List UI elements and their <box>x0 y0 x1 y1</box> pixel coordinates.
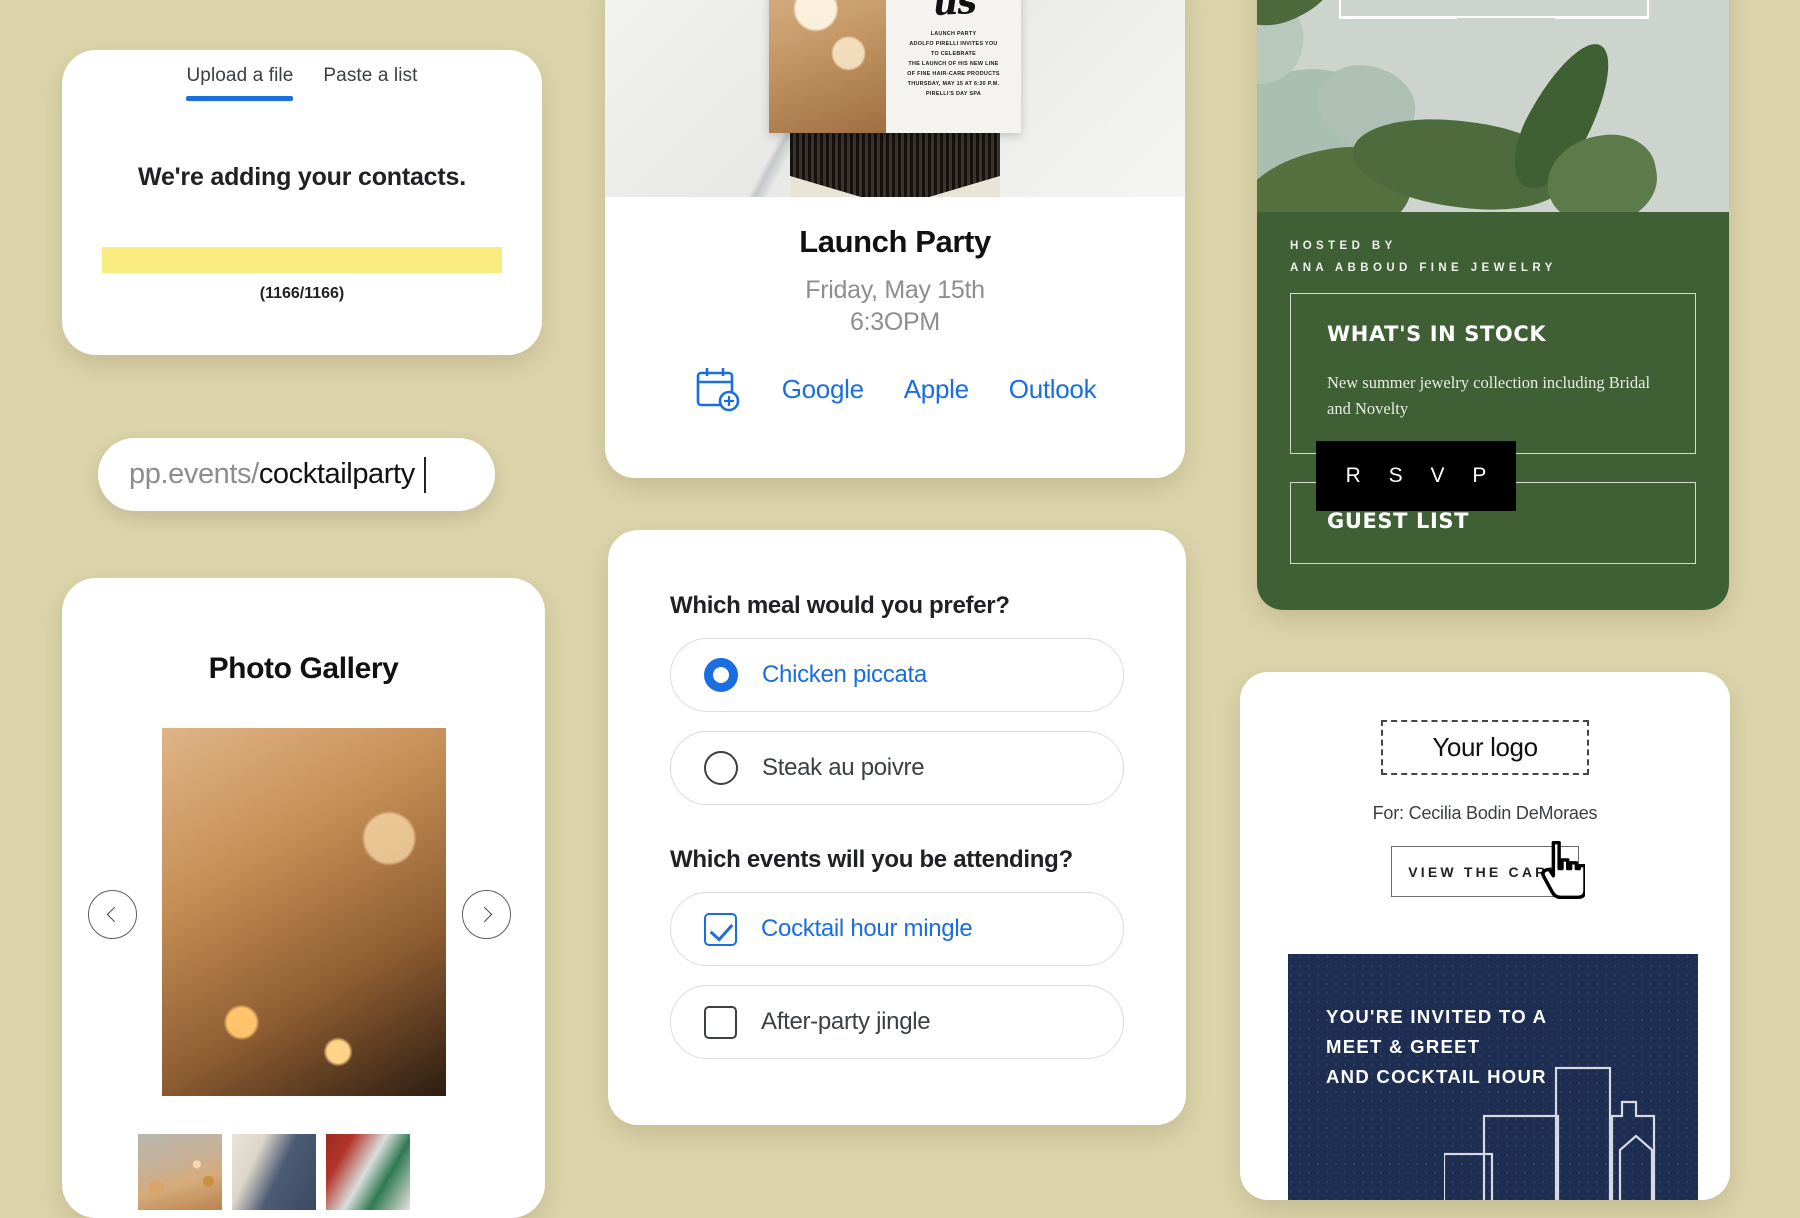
event-url-input[interactable]: pp.events/cocktailparty <box>98 438 495 511</box>
checkbox-unchecked-icon <box>704 1005 737 1039</box>
tab-upload-a-file[interactable]: Upload a file <box>186 65 294 101</box>
calendar-link-apple[interactable]: Apple <box>904 374 969 405</box>
calendar-link-outlook[interactable]: Outlook <box>1009 374 1097 405</box>
event-option-label: Cocktail hour mingle <box>761 915 973 942</box>
invitation-body-line: LAUNCH PARTY <box>930 31 977 38</box>
event-option-cocktail-hour-mingle[interactable]: Cocktail hour mingle <box>670 892 1124 966</box>
add-to-calendar-row: Google Apple Outlook <box>605 365 1185 413</box>
event-option-after-party-jingle[interactable]: After-party jingle <box>670 985 1124 1059</box>
checkbox-checked-icon <box>704 912 737 946</box>
meal-option-label: Steak au poivre <box>762 754 925 781</box>
invite-preview-navy[interactable]: YOU'RE INVITED TO A MEET & GREET AND COC… <box>1288 954 1698 1200</box>
popup-details: HOSTED BY ANA ABBOUD FINE JEWELRY WHAT'S… <box>1257 212 1729 610</box>
photo-gallery-card: Photo Gallery <box>62 578 545 1218</box>
launch-hero-image: join us LAUNCH PARTY ADOLFO PIRELLI INVI… <box>605 0 1185 197</box>
invite-preview-line: YOU'RE INVITED TO A <box>1326 1006 1548 1027</box>
rsvp-button-label: R S V P <box>1345 464 1498 487</box>
launch-party-card: join us LAUNCH PARTY ADOLFO PIRELLI INVI… <box>605 0 1185 478</box>
launch-event-date: Friday, May 15th <box>805 276 985 304</box>
pointer-hand-cursor <box>1541 840 1585 900</box>
event-option-label: After-party jingle <box>761 1008 931 1035</box>
invitation-photo <box>769 0 886 133</box>
gallery-thumbnail[interactable] <box>138 1134 222 1210</box>
recipient-label: For: Cecilia Bodin DeMoraes <box>1372 803 1598 823</box>
envelope-flap <box>790 125 1000 197</box>
gallery-carousel <box>62 728 545 1096</box>
invitation-text-side: join us LAUNCH PARTY ADOLFO PIRELLI INVI… <box>886 0 1021 133</box>
invitation-body-line: PIRELLI'S DAY SPA <box>925 91 982 98</box>
invitation-body-line: ADOLFO PIRELLI INVITES YOU <box>909 41 998 48</box>
radio-unselected-icon <box>704 751 738 785</box>
upload-headline: We're adding your contacts. <box>138 163 466 191</box>
logo-placeholder-box[interactable]: Your logo <box>1381 720 1589 775</box>
invitation-body-line: THE LAUNCH OF HIS NEW LINE <box>908 61 999 68</box>
upload-tabs: Upload a file Paste a list <box>62 50 542 101</box>
popup-host-name: ANA ABBOUD FINE JEWELRY <box>1290 262 1557 274</box>
invitation-body-line: TO CELEBRATE <box>930 51 977 58</box>
invitation-body: LAUNCH PARTY ADOLFO PIRELLI INVITES YOU … <box>892 29 1015 99</box>
rsvp-form-card: Which meal would you prefer? Chicken pic… <box>608 530 1186 1125</box>
popup-stock-section: WHAT'S IN STOCK New summer jewelry colle… <box>1290 293 1696 455</box>
gallery-hero-photo[interactable] <box>161 728 446 1096</box>
popup-guest-list-title: GUEST LIST <box>1327 509 1470 534</box>
meal-option-steak-au-poivre[interactable]: Steak au poivre <box>670 731 1124 805</box>
question-events-label: Which events will you be attending? <box>670 846 1073 873</box>
gallery-prev-button[interactable] <box>88 890 137 939</box>
upload-progress-bar <box>102 247 502 273</box>
invitation-body-line: OF FINE HAIR-CARE PRODUCTS <box>907 71 1000 78</box>
radio-selected-icon <box>704 658 738 692</box>
popup-stock-title: WHAT'S IN STOCK <box>1327 322 1547 346</box>
upload-progress-count: (1166/1166) <box>259 285 345 302</box>
gallery-thumbnail[interactable] <box>326 1134 410 1210</box>
popup-stock-body: New summer jewelry collection including … <box>1327 373 1651 418</box>
url-slug-value: cocktailparty <box>258 458 415 490</box>
launch-event-title: Launch Party <box>799 224 991 259</box>
text-caret <box>423 456 426 493</box>
gallery-thumbnails <box>138 1134 410 1210</box>
logo-placeholder-label: Your logo <box>1432 732 1538 762</box>
card-preview-card: Your logo For: Cecilia Bodin DeMoraes VI… <box>1240 672 1730 1200</box>
gallery-next-button[interactable] <box>462 890 511 939</box>
popup-frame-accent <box>1555 16 1649 19</box>
screenshot-stage: Upload a file Paste a list We're adding … <box>0 0 1800 1218</box>
upload-contacts-card: Upload a file Paste a list We're adding … <box>62 50 542 355</box>
url-prefix: pp.events/ <box>129 458 259 490</box>
invitation-script-line-2: us <box>931 0 977 24</box>
chevron-right-icon <box>476 906 493 923</box>
launch-event-time: 6:3OPM <box>850 308 940 336</box>
calendar-link-google[interactable]: Google <box>782 374 864 405</box>
calendar-add-icon <box>696 368 740 412</box>
invitation-body-line: THURSDAY, MAY 15 AT 6:30 P.M. <box>907 81 1000 88</box>
gallery-thumbnail[interactable] <box>232 1134 316 1210</box>
rsvp-button[interactable]: R S V P <box>1316 441 1516 511</box>
popup-hosted-by-label: HOSTED BY <box>1290 240 1397 252</box>
summer-popup-card: SUMMER POP-UP HOSTED BY ANA ABBOUD FINE … <box>1257 0 1729 610</box>
launch-details: Launch Party Friday, May 15th 6:3OPM Goo… <box>605 197 1185 413</box>
upload-progress-fill <box>102 247 502 273</box>
envelope-graphic <box>790 125 1000 197</box>
tab-paste-a-list[interactable]: Paste a list <box>323 65 417 101</box>
question-meal-label: Which meal would you prefer? <box>670 592 1010 619</box>
chevron-left-icon <box>106 906 123 923</box>
meal-option-chicken-piccata[interactable]: Chicken piccata <box>670 638 1124 712</box>
gallery-title: Photo Gallery <box>208 652 399 685</box>
popup-hero-image: SUMMER POP-UP <box>1257 0 1729 212</box>
city-skyline-icon <box>1444 1066 1656 1200</box>
meal-option-label: Chicken piccata <box>762 661 927 688</box>
popup-frame-accent <box>1339 16 1457 19</box>
invitation-preview: join us LAUNCH PARTY ADOLFO PIRELLI INVI… <box>769 0 1021 133</box>
